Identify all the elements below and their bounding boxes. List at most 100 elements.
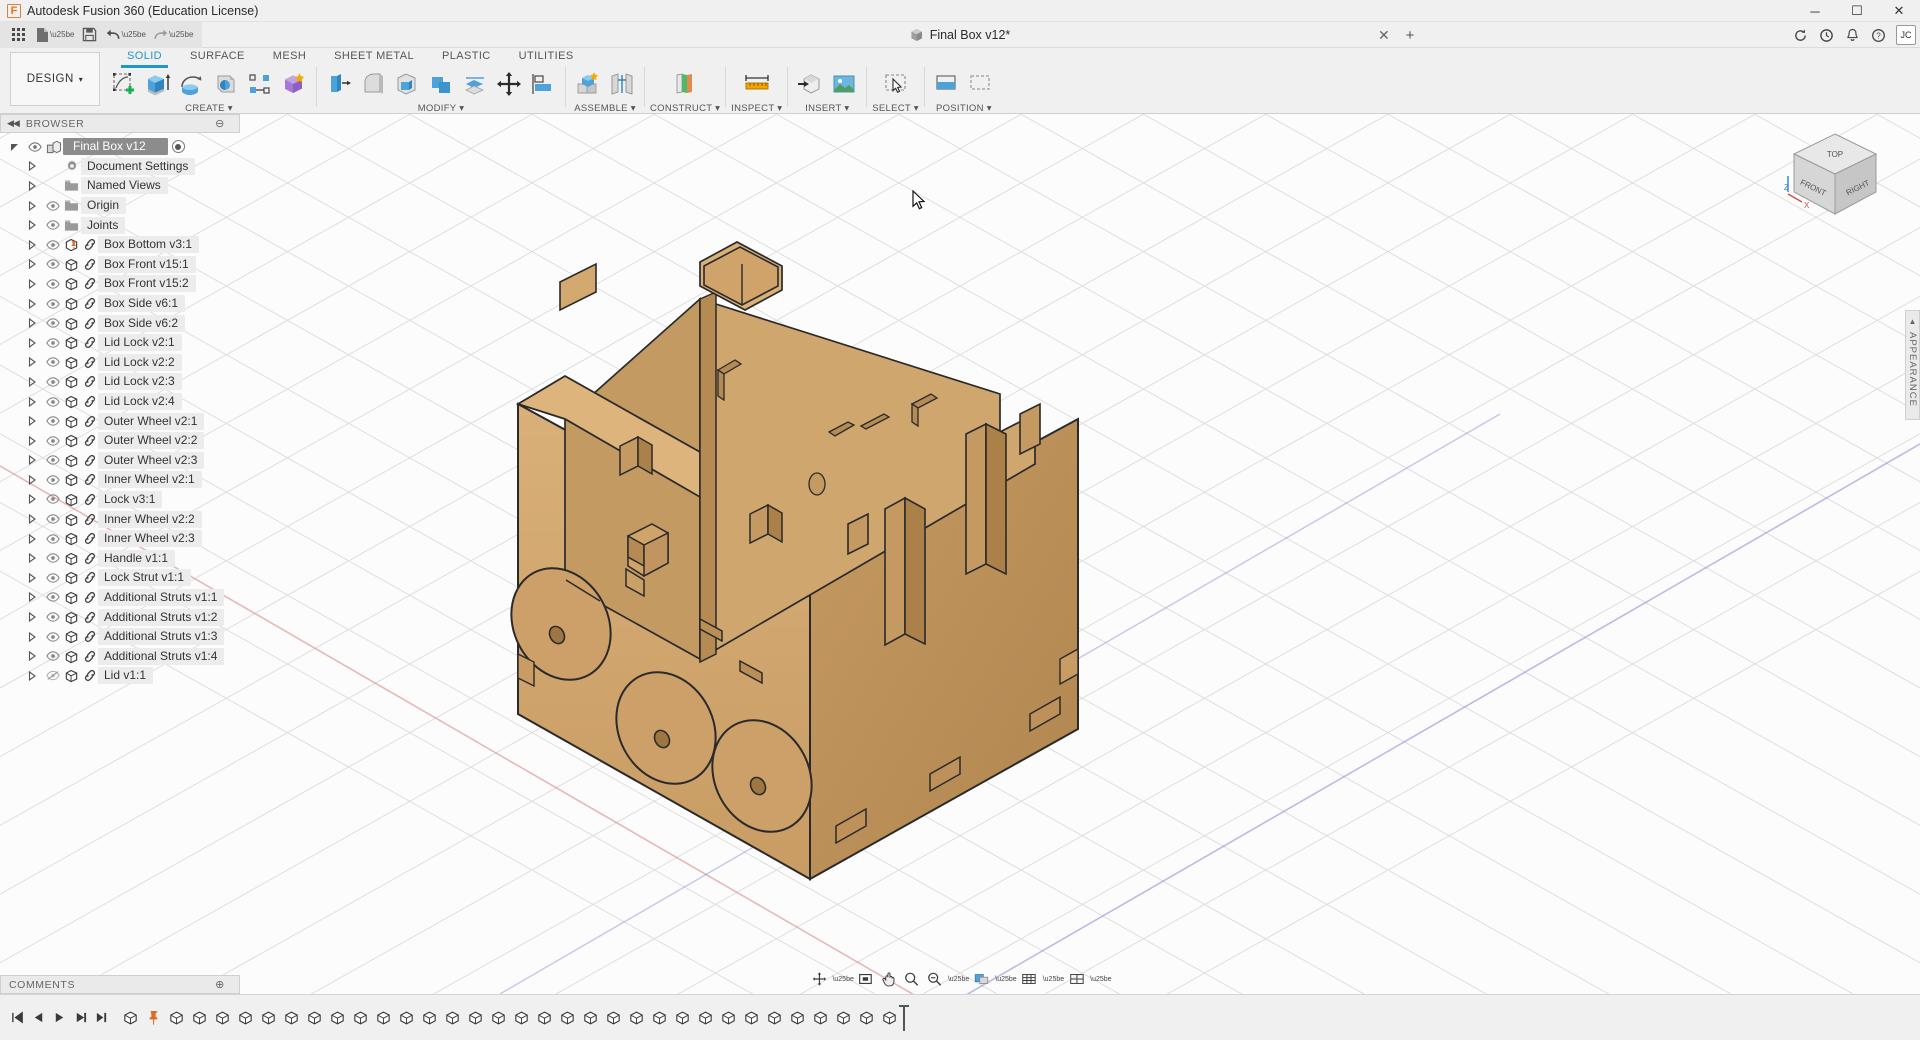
visibility-eye-icon[interactable] (44, 299, 62, 309)
new-component-icon[interactable] (571, 67, 605, 101)
timeline-feature-list[interactable] (119, 1005, 1912, 1031)
timeline-feature[interactable] (257, 1007, 279, 1029)
minimize-button[interactable]: ─ (1794, 0, 1836, 22)
tree-item[interactable]: Lock Strut v1:1 (0, 568, 248, 588)
timeline-feature[interactable] (372, 1007, 394, 1029)
zoom-icon[interactable] (901, 968, 923, 990)
viewports-caret-icon[interactable]: \u25be (1090, 976, 1111, 983)
visibility-eye-icon[interactable] (44, 553, 62, 563)
maximize-button[interactable]: ☐ (1836, 0, 1878, 22)
timeline-feature[interactable] (556, 1007, 578, 1029)
tree-item[interactable]: Named Views (0, 176, 248, 196)
timeline-end-marker[interactable] (903, 1005, 905, 1031)
expand-arrow-icon[interactable] (28, 397, 44, 407)
measure-icon[interactable] (740, 67, 774, 101)
position-free-icon[interactable] (964, 67, 998, 101)
expand-arrow-icon[interactable] (28, 573, 44, 583)
offset-plane-icon[interactable] (668, 67, 702, 101)
expand-arrow-icon[interactable] (28, 514, 44, 524)
comments-panel-header[interactable]: COMMENTS ⊕ (0, 975, 240, 994)
tree-item[interactable]: Lock v3:1 (0, 490, 248, 510)
timeline-feature[interactable] (694, 1007, 716, 1029)
display-settings-caret-icon[interactable]: \u25be (995, 976, 1016, 983)
tree-item[interactable]: Lid Lock v2:1 (0, 333, 248, 353)
visibility-eye-icon[interactable] (44, 612, 62, 622)
undo-caret-icon[interactable]: \u25be (121, 30, 145, 39)
visibility-eye-icon[interactable] (44, 220, 62, 230)
expand-arrow-icon[interactable] (28, 592, 44, 602)
expand-arrow-icon[interactable] (28, 632, 44, 642)
grid-snaps-icon[interactable] (1018, 968, 1041, 990)
timeline-feature[interactable] (740, 1007, 762, 1029)
joint-icon[interactable] (605, 67, 639, 101)
orbit-icon[interactable] (808, 968, 830, 990)
viewports-icon[interactable] (1065, 968, 1088, 990)
job-status-icon[interactable] (1814, 24, 1838, 46)
tree-item[interactable]: Lid Lock v2:4 (0, 392, 248, 412)
expand-arrow-icon[interactable] (28, 181, 44, 191)
timeline-feature[interactable] (855, 1007, 877, 1029)
browser-collapse-icon[interactable]: ◀◀ (7, 118, 19, 129)
tab-solid[interactable]: SOLID (113, 48, 176, 65)
expand-arrow-icon[interactable] (28, 161, 44, 171)
expand-arrow-icon[interactable] (28, 494, 44, 504)
ribbon-group-construct-label[interactable]: CONSTRUCT ▾ (650, 103, 720, 114)
browser-settings-icon[interactable]: ⊖ (215, 117, 225, 130)
timeline-step-back-button[interactable] (29, 1008, 48, 1027)
document-tab-close-icon[interactable]: ✕ (1378, 27, 1390, 44)
expand-arrow-icon[interactable] (28, 338, 44, 348)
tree-item[interactable]: Additional Struts v1:2 (0, 607, 248, 627)
tree-item[interactable]: Inner Wheel v2:1 (0, 470, 248, 490)
expand-arrow-icon[interactable] (28, 279, 44, 289)
help-icon[interactable]: ? (1866, 24, 1890, 46)
timeline-feature[interactable] (602, 1007, 624, 1029)
timeline-feature[interactable] (510, 1007, 532, 1029)
insert-image-icon[interactable] (827, 67, 861, 101)
workspace-switcher-button[interactable]: DESIGN ▾ (10, 52, 100, 106)
tree-item[interactable]: Lid Lock v2:3 (0, 372, 248, 392)
timeline-feature[interactable] (303, 1007, 325, 1029)
tree-item[interactable]: Additional Struts v1:4 (0, 646, 248, 666)
timeline-feature[interactable] (280, 1007, 302, 1029)
visibility-eye-icon[interactable] (44, 632, 62, 642)
zoom-window-icon[interactable] (924, 968, 946, 990)
timeline-feature[interactable] (418, 1007, 440, 1029)
visibility-eye-icon[interactable] (44, 514, 62, 524)
timeline-feature[interactable] (487, 1007, 509, 1029)
tree-item[interactable]: Outer Wheel v2:3 (0, 451, 248, 471)
timeline-feature[interactable] (625, 1007, 647, 1029)
position-snap-icon[interactable] (930, 67, 964, 101)
expand-arrow-icon[interactable] (28, 377, 44, 387)
sweep-icon[interactable] (209, 67, 243, 101)
user-avatar[interactable]: JC (1896, 25, 1916, 45)
orbit-caret-icon[interactable]: \u25be (832, 976, 853, 983)
expand-arrow-icon[interactable] (28, 259, 44, 269)
tree-item[interactable]: Additional Struts v1:1 (0, 588, 248, 608)
press-pull-icon[interactable] (322, 67, 356, 101)
comments-add-icon[interactable]: ⊕ (215, 978, 225, 991)
visibility-eye-icon[interactable] (44, 534, 62, 544)
new-tab-button[interactable]: + (1400, 26, 1420, 44)
tree-item[interactable]: Box Front v15:2 (0, 274, 248, 294)
timeline-feature[interactable] (464, 1007, 486, 1029)
loft-icon[interactable] (243, 67, 277, 101)
new-document-caret-icon[interactable]: \u25be (50, 30, 74, 39)
visibility-eye-icon[interactable] (44, 455, 62, 465)
tree-item[interactable]: Joints (0, 215, 248, 235)
timeline-feature[interactable] (579, 1007, 601, 1029)
visibility-eye-icon[interactable] (44, 436, 62, 446)
ribbon-group-inspect-label[interactable]: INSPECT ▾ (731, 103, 782, 114)
ribbon-group-position-label[interactable]: POSITION ▾ (936, 103, 992, 114)
ribbon-group-assemble-label[interactable]: ASSEMBLE ▾ (574, 103, 636, 114)
visibility-eye-icon[interactable] (44, 397, 62, 407)
expand-arrow-icon[interactable] (28, 201, 44, 211)
expand-arrow-icon[interactable] (28, 612, 44, 622)
ribbon-group-create-label[interactable]: CREATE ▾ (185, 103, 233, 114)
visibility-eye-icon[interactable] (44, 494, 62, 504)
timeline-feature[interactable] (441, 1007, 463, 1029)
tree-item[interactable]: Box Side v6:1 (0, 294, 248, 314)
visibility-eye-icon[interactable] (44, 201, 62, 211)
tree-item[interactable]: Outer Wheel v2:2 (0, 431, 248, 451)
3d-viewport[interactable]: TOP FRONT RIGHT Z X ▲ APPEARANCE (0, 114, 1920, 994)
right-panel-appearance[interactable]: ▲ APPEARANCE (1905, 310, 1920, 420)
